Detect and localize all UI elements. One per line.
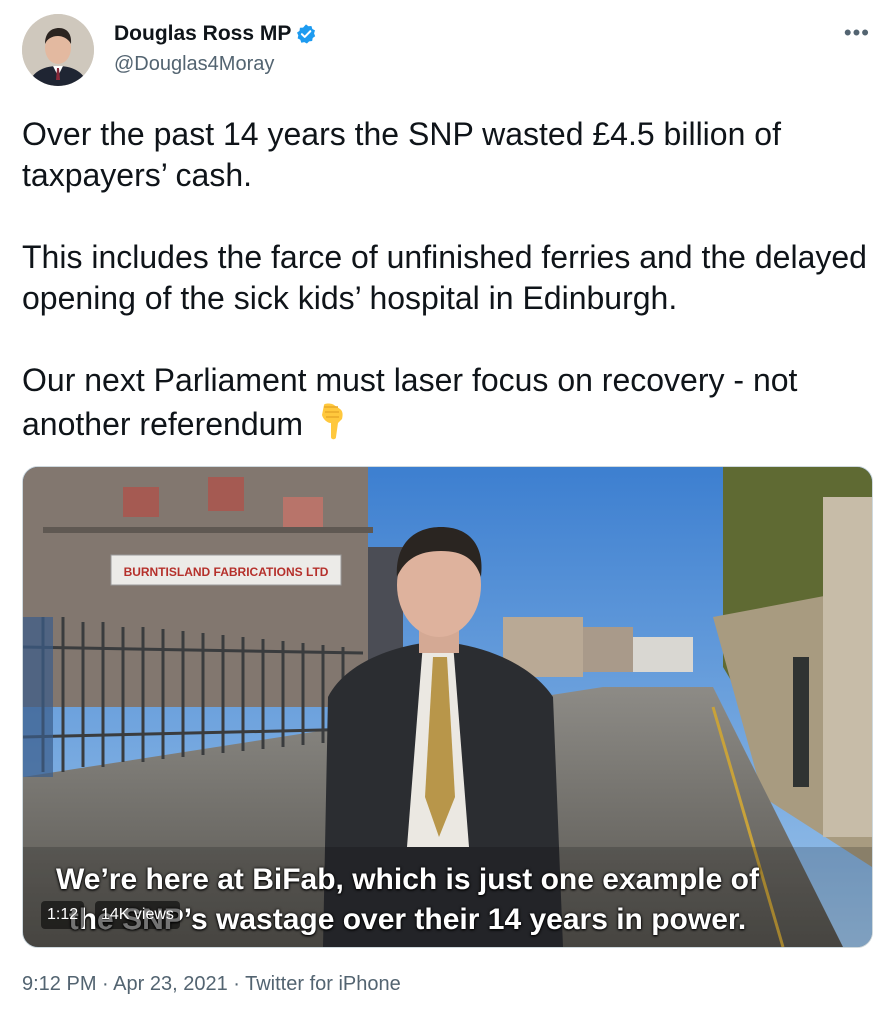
author-display-name[interactable]: Douglas Ross MP	[114, 22, 291, 46]
avatar[interactable]	[22, 14, 94, 86]
tweet-time[interactable]: 9:12 PM	[22, 973, 96, 995]
tweet-date[interactable]: Apr 23, 2021	[113, 973, 228, 995]
tweet-metadata: 9:12 PM · Apr 23, 2021 · Twitter for iPh…	[22, 973, 401, 996]
video-player[interactable]: BURNTISLAND FABRICATIONS LTD We’re here …	[22, 466, 873, 948]
pointing-down-emoji-icon	[321, 403, 343, 440]
verified-badge-icon	[297, 24, 316, 44]
separator: ·	[96, 973, 114, 995]
tweet-paragraph: Over the past 14 years the SNP wasted £4…	[22, 116, 790, 193]
more-horizontal-icon[interactable]: •••	[844, 20, 870, 46]
tweet-source[interactable]: Twitter for iPhone	[245, 973, 401, 995]
tweet-text: Over the past 14 years the SNP wasted £4…	[22, 114, 872, 445]
video-view-count: 14K views	[95, 901, 180, 929]
tweet-header: Douglas Ross MP @Douglas4Moray •••	[22, 14, 872, 88]
video-caption-line: We’re here at BiFab, which is just one e…	[56, 863, 759, 896]
separator: ·	[227, 973, 246, 995]
tweet-paragraph: This includes the farce of unfinished fe…	[22, 239, 876, 316]
sign-text: BURNTISLAND FABRICATIONS LTD	[124, 565, 329, 579]
video-duration: 1:12	[41, 901, 85, 929]
tweet-paragraph: Our next Parliament must laser focus on …	[22, 362, 807, 442]
author-handle[interactable]: @Douglas4Moray	[114, 53, 274, 76]
